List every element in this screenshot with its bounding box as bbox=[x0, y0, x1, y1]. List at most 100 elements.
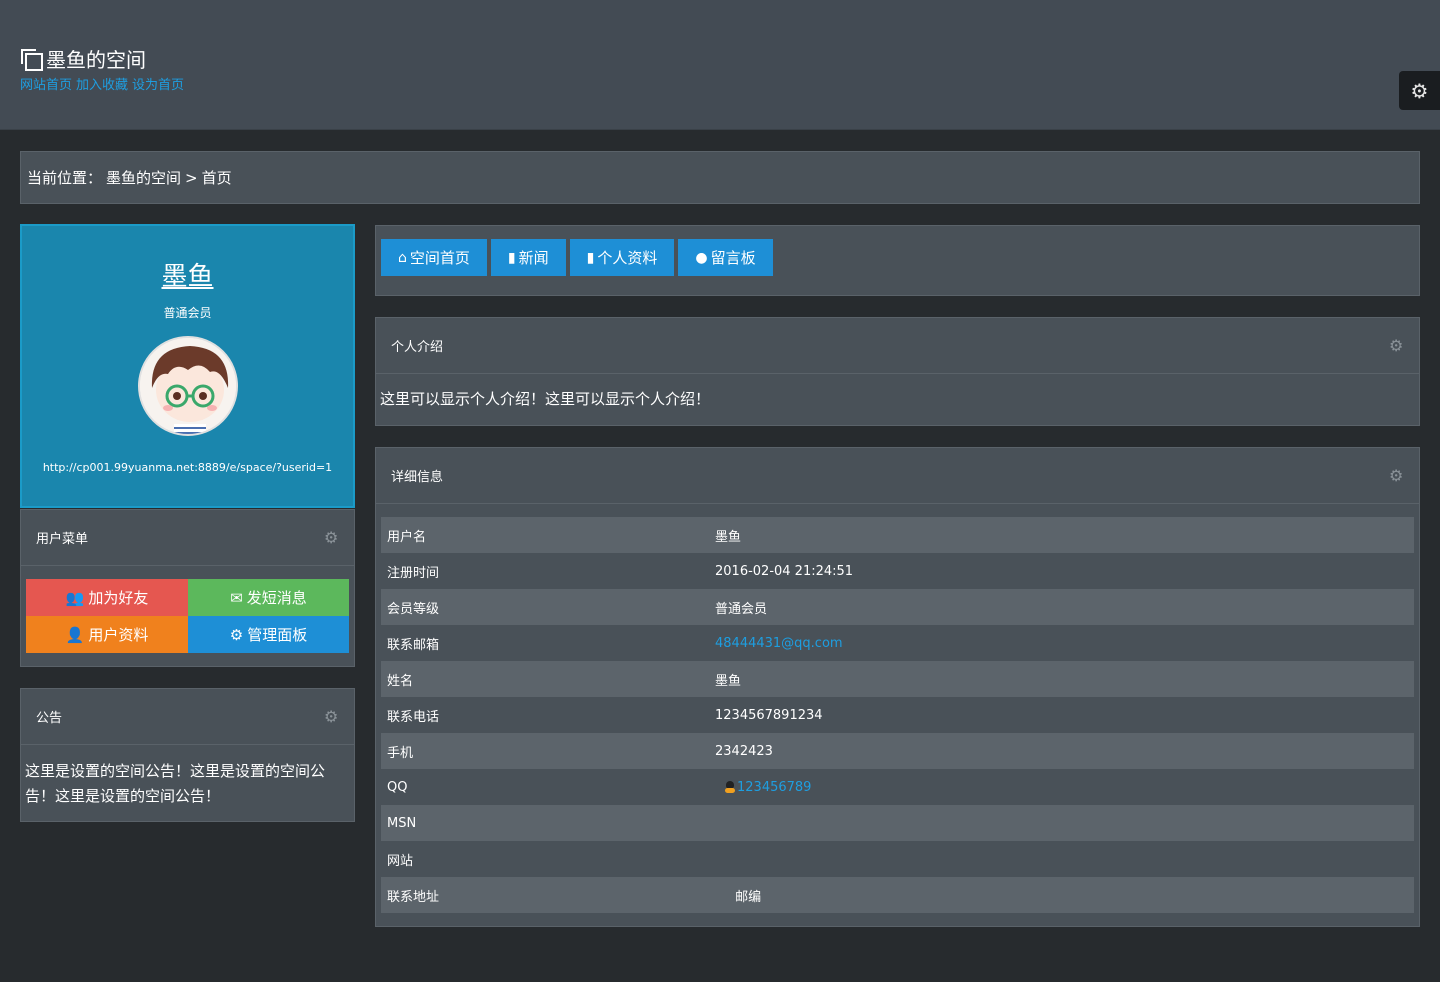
nav-profile[interactable]: ▮ 个人资料 bbox=[569, 239, 675, 276]
notice-header: 公告 ⚙ bbox=[21, 689, 354, 745]
envelope-icon: ✉ bbox=[230, 588, 243, 607]
admin-panel-button[interactable]: ⚙ 管理面板 bbox=[188, 616, 349, 653]
row-label: 姓名 bbox=[387, 673, 414, 689]
profile-url[interactable]: http://cp001.99yuanma.net:8889/e/space/?… bbox=[22, 461, 353, 474]
row-label: 注册时间 bbox=[387, 565, 440, 581]
nav-news[interactable]: ▮ 新闻 bbox=[490, 239, 566, 276]
notice-panel: 公告 ⚙ 这里是设置的空间公告！这里是设置的空间公告！这里是设置的空间公告！ bbox=[20, 688, 355, 822]
comment-icon: ● bbox=[695, 249, 708, 266]
site-title: 墨鱼的空间 bbox=[20, 44, 146, 73]
gear-icon[interactable]: ⚙ bbox=[324, 529, 340, 546]
gear-icon: ⚙ bbox=[1410, 78, 1429, 103]
table-row: 网站 bbox=[381, 841, 1414, 877]
profile-level: 普通会员 bbox=[163, 306, 212, 320]
header-links: 网站首页 加入收藏 设为首页 bbox=[20, 74, 184, 93]
details-title: 详细信息 bbox=[391, 470, 444, 485]
table-row: 用户名 墨鱼 bbox=[381, 517, 1414, 553]
nav-profile-label: 个人资料 bbox=[597, 249, 658, 267]
details-header: 详细信息 ⚙ bbox=[376, 448, 1419, 504]
set-homepage-link[interactable]: 设为首页 bbox=[132, 74, 184, 93]
user-profile-button[interactable]: 👤 用户资料 bbox=[26, 616, 188, 653]
table-row: 联系电话 1234567891234 bbox=[381, 697, 1414, 733]
add-friend-label: 加为好友 bbox=[88, 589, 149, 607]
row-value: 1234567891234 bbox=[715, 707, 823, 723]
home-icon: ⌂ bbox=[398, 249, 407, 266]
gear-icon: ⚙ bbox=[229, 625, 244, 644]
row-value: 2016-02-04 21:24:51 bbox=[715, 563, 854, 579]
row-value: 2342423 bbox=[715, 743, 773, 759]
nav-news-label: 新闻 bbox=[518, 249, 549, 267]
avatar-image bbox=[140, 338, 236, 434]
row-value: 墨鱼 bbox=[715, 529, 742, 545]
row-label: 联系地址 bbox=[387, 889, 440, 905]
breadcrumb-label: 当前位置： bbox=[27, 169, 103, 187]
table-row: 手机 2342423 bbox=[381, 733, 1414, 769]
table-row: 姓名 墨鱼 bbox=[381, 661, 1414, 697]
intro-panel: 个人介绍 ⚙ 这里可以显示个人介绍！这里可以显示个人介绍！ bbox=[375, 317, 1420, 426]
user-icon: 👤 bbox=[65, 625, 85, 644]
table-row: 注册时间 2016-02-04 21:24:51 bbox=[381, 553, 1414, 589]
row-value bbox=[709, 805, 1414, 841]
profile-name[interactable]: 墨鱼 bbox=[22, 256, 353, 293]
row-value: 墨鱼 bbox=[715, 673, 742, 689]
send-message-label: 发短消息 bbox=[246, 589, 307, 607]
home-link[interactable]: 网站首页 bbox=[20, 74, 72, 93]
profile-card: 墨鱼 普通会员 http://cp001.99yuanma.net:8889/e… bbox=[20, 224, 355, 508]
settings-toggle-button[interactable]: ⚙ bbox=[1399, 71, 1440, 110]
breadcrumb: 当前位置： 墨鱼的空间 > 首页 bbox=[20, 151, 1420, 204]
space-nav: ⌂ 空间首页 ▮ 新闻 ▮ 个人资料 ● 留言板 bbox=[375, 225, 1420, 296]
user-menu-header: 用户菜单 ⚙ bbox=[21, 510, 354, 566]
table-row: MSN bbox=[381, 805, 1414, 841]
notice-text: 这里是设置的空间公告！这里是设置的空间公告！这里是设置的空间公告！ bbox=[25, 762, 326, 805]
nav-space-home-label: 空间首页 bbox=[409, 249, 470, 267]
row-label: 用户名 bbox=[387, 529, 427, 545]
avatar bbox=[138, 336, 238, 436]
site-title-text: 墨鱼的空间 bbox=[46, 48, 146, 72]
add-friend-button[interactable]: 👥 加为好友 bbox=[26, 579, 188, 616]
gear-icon[interactable]: ⚙ bbox=[1389, 467, 1405, 484]
user-menu-title: 用户菜单 bbox=[36, 532, 89, 547]
qq-icon bbox=[725, 780, 735, 793]
table-row: QQ 123456789 bbox=[381, 769, 1414, 805]
nav-space-home[interactable]: ⌂ 空间首页 bbox=[381, 239, 487, 276]
row-label: 网站 bbox=[387, 853, 414, 869]
user-profile-label: 用户资料 bbox=[88, 626, 149, 644]
nav-guestbook[interactable]: ● 留言板 bbox=[678, 239, 773, 276]
qq-link[interactable]: 123456789 bbox=[737, 780, 811, 795]
email-link[interactable]: 48444431@qq.com bbox=[715, 636, 843, 651]
send-message-button[interactable]: ✉ 发短消息 bbox=[188, 579, 349, 616]
row-label: 手机 bbox=[387, 745, 414, 761]
breadcrumb-space[interactable]: 墨鱼的空间 bbox=[106, 167, 181, 188]
intro-title: 个人介绍 bbox=[391, 340, 444, 355]
site-header: 墨鱼的空间 网站首页 加入收藏 设为首页 ⚙ bbox=[0, 0, 1440, 130]
table-row: 联系邮箱 48444431@qq.com bbox=[381, 625, 1414, 661]
user-menu-panel: 用户菜单 ⚙ 👥 加为好友 ✉ 发短消息 👤 用户资料 ⚙ 管理面板 bbox=[20, 509, 355, 667]
breadcrumb-separator: > bbox=[185, 168, 198, 187]
nav-guestbook-label: 留言板 bbox=[710, 249, 756, 267]
bookmark-icon: ▮ bbox=[586, 249, 595, 266]
user-menu-grid: 👥 加为好友 ✉ 发短消息 👤 用户资料 ⚙ 管理面板 bbox=[26, 579, 349, 653]
details-panel: 详细信息 ⚙ 用户名 墨鱼 注册时间 2016-02-04 21:24:51 会… bbox=[375, 447, 1420, 927]
postcode-label: 邮编 bbox=[735, 889, 762, 905]
book-icon: ▮ bbox=[507, 249, 516, 266]
notice-title: 公告 bbox=[36, 711, 63, 726]
intro-text: 这里可以显示个人介绍！这里可以显示个人介绍！ bbox=[380, 390, 711, 408]
table-row: 联系地址 邮编 bbox=[381, 877, 1414, 913]
row-value bbox=[709, 841, 1414, 877]
breadcrumb-current[interactable]: 首页 bbox=[202, 167, 232, 188]
row-value: 普通会员 bbox=[715, 601, 768, 617]
row-label: 会员等级 bbox=[387, 601, 440, 617]
admin-panel-label: 管理面板 bbox=[247, 626, 308, 644]
intro-header: 个人介绍 ⚙ bbox=[376, 318, 1419, 374]
add-favorite-link[interactable]: 加入收藏 bbox=[76, 74, 128, 93]
gear-icon[interactable]: ⚙ bbox=[324, 708, 340, 725]
table-row: 会员等级 普通会员 bbox=[381, 589, 1414, 625]
row-value: 48444431@qq.com bbox=[709, 625, 1414, 661]
row-label: QQ bbox=[387, 779, 408, 795]
row-label: MSN bbox=[387, 815, 417, 831]
gear-icon[interactable]: ⚙ bbox=[1389, 337, 1405, 354]
copy-icon bbox=[20, 48, 43, 71]
row-value: 123456789 bbox=[709, 769, 1414, 805]
details-table: 用户名 墨鱼 注册时间 2016-02-04 21:24:51 会员等级 普通会… bbox=[381, 517, 1414, 913]
row-label: 联系电话 bbox=[387, 709, 440, 725]
